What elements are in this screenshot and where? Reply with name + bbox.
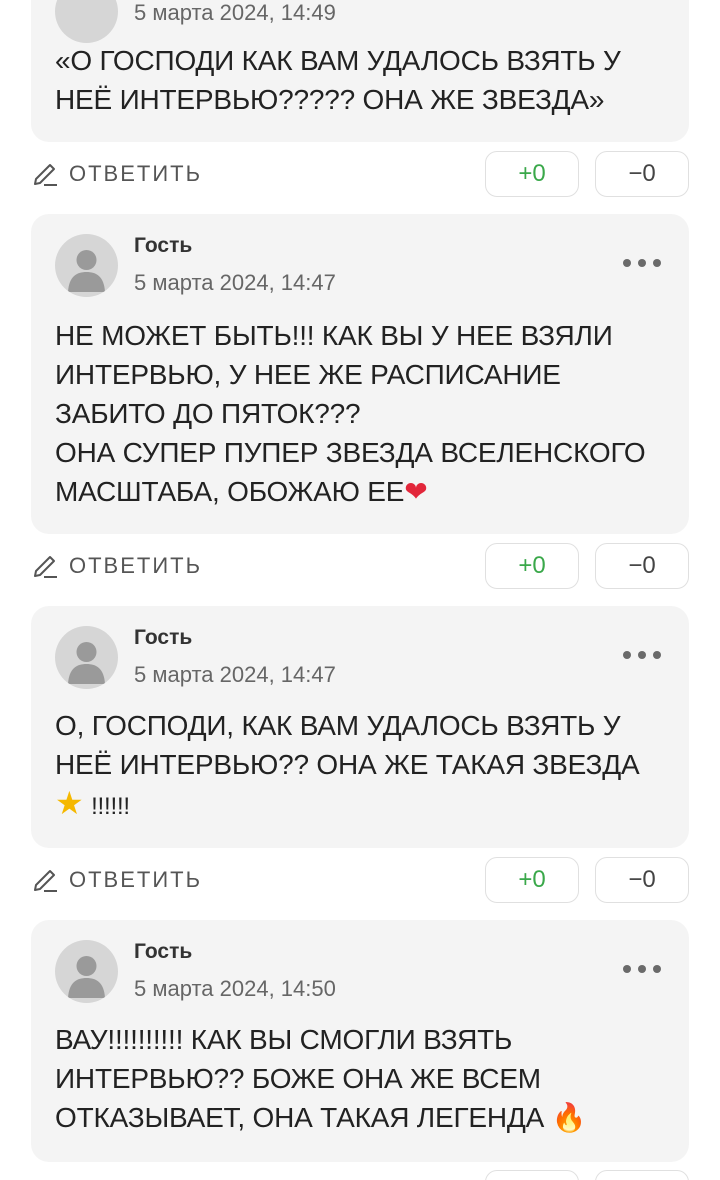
upvote-button[interactable]: +0 — [485, 543, 579, 589]
comment-date: 5 марта 2024, 14:47 — [134, 662, 336, 687]
comment-actions-partial — [31, 1170, 689, 1180]
more-options-icon[interactable] — [623, 650, 661, 660]
pencil-icon — [34, 556, 57, 578]
comment-date: 5 марта 2024, 14:47 — [134, 270, 336, 295]
star-emoji: ★ — [55, 784, 84, 822]
pencil-icon — [34, 870, 57, 892]
comment-actions: ОТВЕТИТЬ +0 −0 — [31, 543, 689, 589]
avatar[interactable] — [55, 0, 118, 43]
comment-actions: ОТВЕТИТЬ +0 −0 — [31, 151, 689, 197]
comment-card: Гость 5 марта 2024, 14:50 ВАУ!!!!!!!!!! … — [31, 920, 689, 1162]
reply-button[interactable]: ОТВЕТИТЬ — [31, 151, 202, 197]
comment-author: Гость — [134, 234, 193, 257]
comment-text: ВАУ!!!!!!!!!! КАК ВЫ СМОГЛИ ВЗЯТЬ ИНТЕРВ… — [55, 1024, 587, 1134]
comment-date: 5 марта 2024, 14:50 — [134, 976, 336, 1001]
downvote-button[interactable]: −0 — [595, 543, 689, 589]
comment-date: 5 марта 2024, 14:49 — [134, 0, 336, 25]
comment-text: О, ГОСПОДИ, КАК ВАМ УДАЛОСЬ ВЗЯТЬ У НЕЁ … — [55, 710, 640, 822]
user-icon — [68, 956, 105, 998]
user-icon — [68, 642, 105, 684]
more-options-icon[interactable] — [623, 964, 661, 974]
avatar[interactable] — [55, 940, 118, 1003]
comment-card: Гость 5 марта 2024, 14:47 НЕ МОЖЕТ БЫТЬ!… — [31, 214, 689, 534]
user-icon — [68, 250, 105, 292]
comment-author: Гость — [134, 940, 193, 963]
upvote-button[interactable] — [485, 1170, 579, 1180]
heart-emoji: ❤ — [404, 475, 428, 508]
fire-emoji: 🔥 — [551, 1101, 587, 1134]
reply-label: ОТВЕТИТЬ — [69, 161, 203, 186]
comment-card: Гость 5 марта 2024, 14:47 О, ГОСПОДИ, КА… — [31, 606, 689, 848]
more-options-icon[interactable] — [623, 258, 661, 268]
comment-card: 5 марта 2024, 14:49 «О ГОСПОДИ КАК ВАМ У… — [31, 0, 689, 142]
avatar[interactable] — [55, 626, 118, 689]
downvote-button[interactable]: −0 — [595, 857, 689, 903]
upvote-button[interactable]: +0 — [485, 857, 579, 903]
downvote-button[interactable]: −0 — [595, 151, 689, 197]
reply-button[interactable]: ОТВЕТИТЬ — [31, 543, 202, 589]
upvote-button[interactable]: +0 — [485, 151, 579, 197]
reply-label: ОТВЕТИТЬ — [69, 553, 203, 578]
reply-label: ОТВЕТИТЬ — [69, 867, 203, 892]
avatar[interactable] — [55, 234, 118, 297]
comment-actions: ОТВЕТИТЬ +0 −0 — [31, 857, 689, 903]
pencil-icon — [34, 164, 57, 186]
downvote-button[interactable] — [595, 1170, 689, 1180]
comment-author: Гость — [134, 626, 193, 649]
comment-text: «О ГОСПОДИ КАК ВАМ УДАЛОСЬ ВЗЯТЬ У НЕЁ И… — [55, 45, 621, 115]
reply-button[interactable]: ОТВЕТИТЬ — [31, 857, 202, 903]
comment-text: НЕ МОЖЕТ БЫТЬ!!! КАК ВЫ У НЕЕ ВЗЯЛИ ИНТЕ… — [55, 320, 646, 508]
